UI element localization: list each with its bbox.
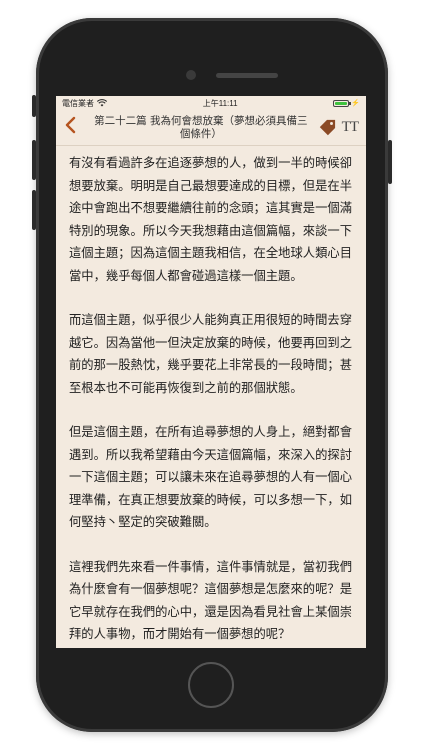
front-camera (186, 70, 196, 80)
clock: 上午11:11 (202, 98, 238, 108)
mute-switch (32, 95, 36, 117)
charging-icon: ⚡ (351, 100, 360, 107)
volume-up-button (32, 140, 36, 180)
paragraph: 有沒有看過許多在追逐夢想的人，做到一半的時候卻想要放棄。明明是自己最想要達成的目… (69, 156, 352, 283)
chapter-title: 第二十二篇 我為何會想放棄（夢想必須具備三個條件） (94, 114, 308, 140)
paragraph: 而這個主題，似乎很少人能夠真正用很短的時間去穿越它。因為當他一但決定放棄的時候，… (69, 313, 352, 395)
tag-icon[interactable] (318, 119, 336, 137)
back-button[interactable] (64, 116, 84, 139)
speaker (216, 73, 278, 78)
battery-icon (333, 99, 352, 107)
home-button[interactable] (188, 662, 234, 708)
paragraph: 但是這個主題，在所有追尋夢想的人身上，絕對都會遇到。所以我希望藉由今天這個篇幅，… (69, 425, 352, 529)
chevron-left-icon (65, 116, 76, 134)
paragraph: 這裡我們先來看一件事情，這件事情就是，當初我們為什麼會有一個夢想呢？這個夢想是怎… (69, 559, 352, 642)
article-body: 有沒有看過許多在追逐夢想的人，做到一半的時候卻想要放棄。明明是自己最想要達成的目… (56, 146, 366, 646)
battery-fill (335, 101, 348, 105)
wifi-icon (97, 99, 107, 107)
power-button (388, 140, 392, 184)
carrier-label: 電信業者 (62, 98, 94, 108)
status-bar: 電信業者 上午11:11 ⚡ (56, 96, 366, 110)
navigation-bar: 第二十二篇 我為何會想放棄（夢想必須具備三個條件） TT (56, 110, 366, 146)
volume-down-button (32, 190, 36, 230)
font-size-button[interactable]: TT (342, 119, 359, 136)
screen: 電信業者 上午11:11 ⚡ 第二十二篇 我為何會想放棄（夢想必須具備三個條件） (56, 96, 366, 648)
